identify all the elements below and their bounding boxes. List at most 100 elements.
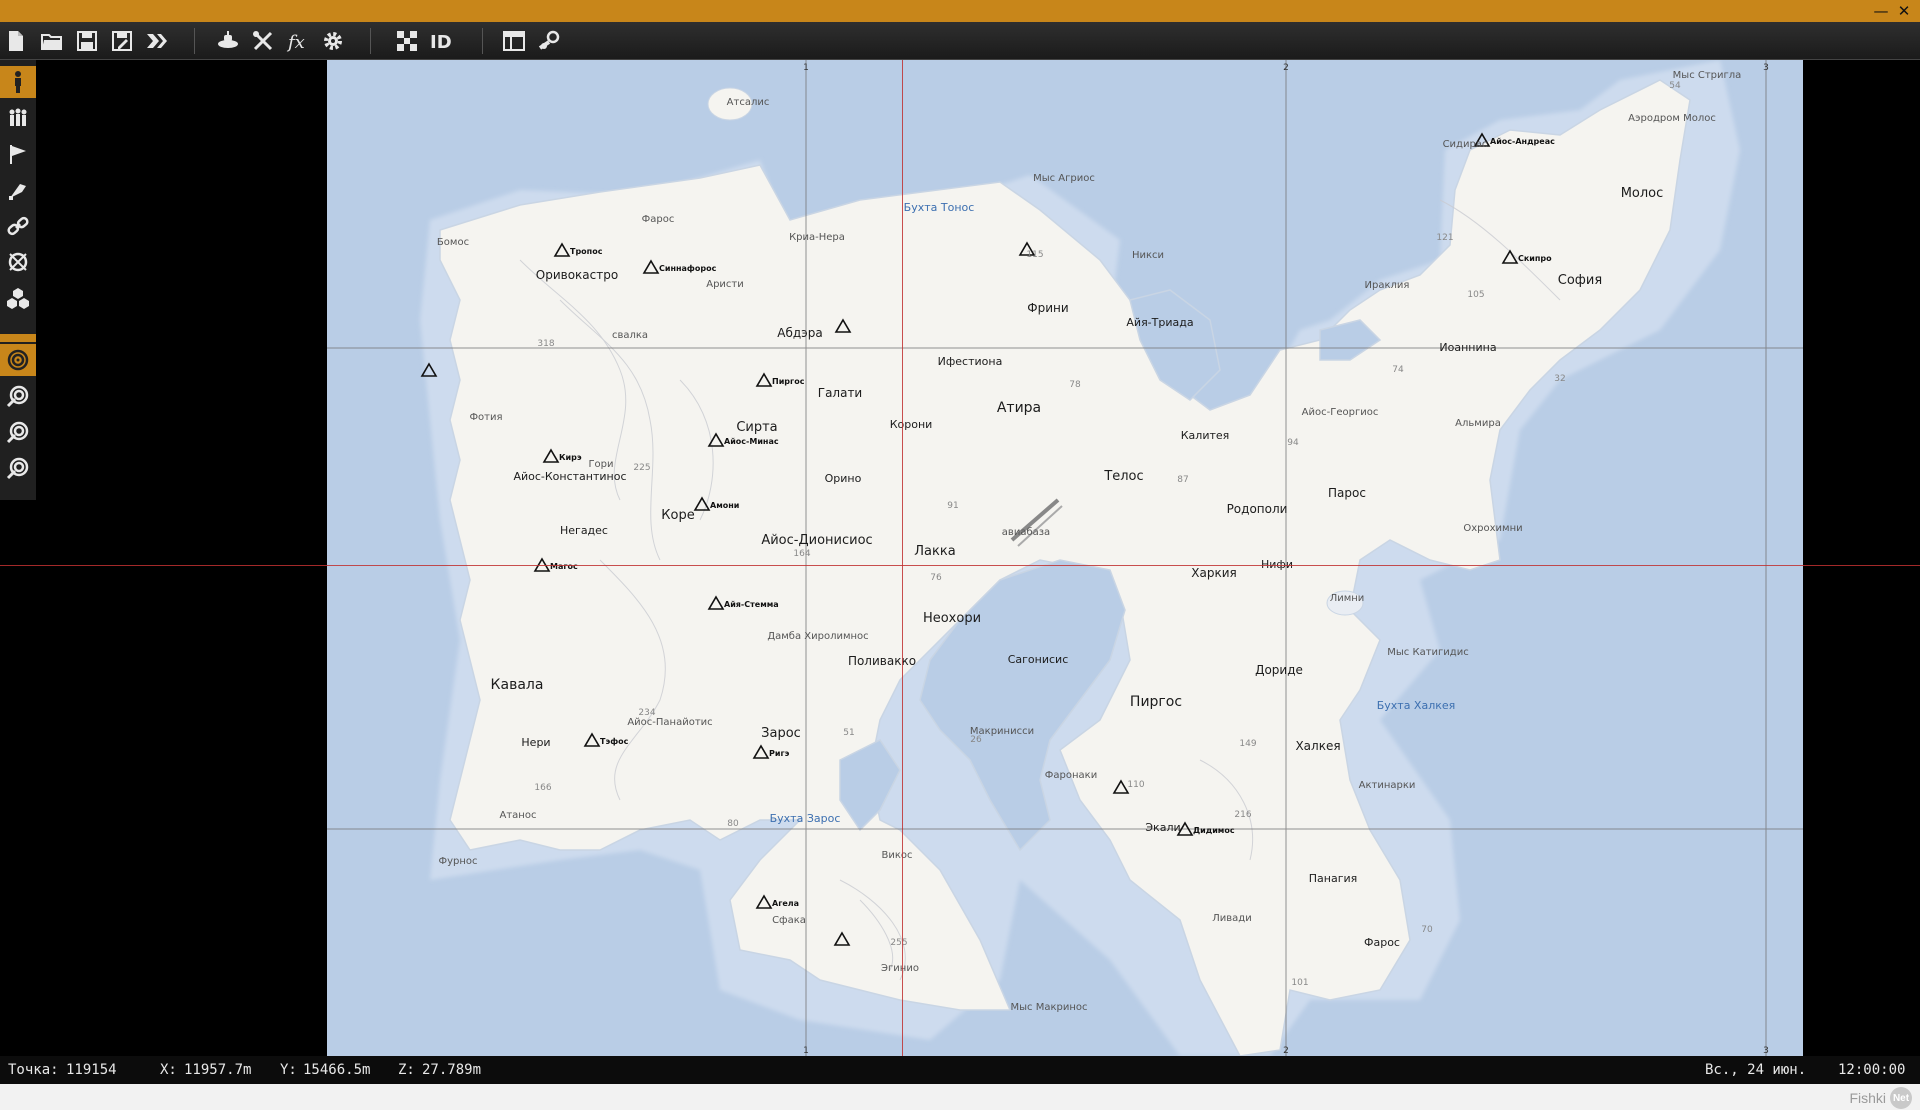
town-label: Абдэра <box>777 326 822 340</box>
water-label: Бухта Халкея <box>1377 699 1456 712</box>
save-as-button[interactable] <box>108 27 136 55</box>
vehicle-button[interactable] <box>214 27 242 55</box>
sidebar-waypoint[interactable] <box>3 138 33 170</box>
peak-label: Магос <box>550 562 578 571</box>
title-bar: — ✕ <box>0 0 1920 22</box>
town-label: Зарос <box>761 726 801 741</box>
peak-label: Айос-Минас <box>724 437 779 446</box>
svg-text:ID: ID <box>430 32 452 53</box>
place-label: Фурнос <box>438 856 477 867</box>
place-label: Мыс Макринос <box>1011 1002 1088 1013</box>
watermark: Fishki Net <box>1849 1087 1912 1109</box>
function-button[interactable]: fx <box>284 27 312 55</box>
place-label: Ираклия <box>1365 280 1410 291</box>
height-label: 80 <box>727 819 739 829</box>
layout-icon <box>503 31 525 51</box>
town-label: Фарос <box>1364 936 1400 949</box>
town-label: Оривокастро <box>536 268 618 282</box>
grid-icon <box>397 31 417 51</box>
trigger-icon <box>9 184 26 200</box>
peak-label: Пиргос <box>772 377 805 386</box>
export-button[interactable] <box>143 27 171 55</box>
peak-label: Айос-Андреас <box>1490 137 1555 146</box>
save-button[interactable] <box>73 27 101 55</box>
save-icon <box>77 31 97 51</box>
grid-button[interactable] <box>393 27 421 55</box>
height-label: 149 <box>1239 739 1256 749</box>
height-label: 216 <box>1234 810 1251 820</box>
sidebar-mode-4[interactable] <box>3 452 33 484</box>
height-label: 255 <box>890 938 907 948</box>
peak-label: Амони <box>710 501 739 510</box>
waypoint-flag-icon <box>10 145 26 164</box>
town-label: Калитея <box>1181 429 1230 442</box>
peak-label: Агела <box>772 899 799 908</box>
vehicle-icon <box>218 31 238 48</box>
height-label: 54 <box>1669 81 1681 91</box>
town-label: Иоаннина <box>1439 341 1496 354</box>
town-label: Корe <box>661 508 694 523</box>
grid-label-top: 3 <box>1763 63 1769 73</box>
tools-button[interactable] <box>249 27 277 55</box>
id-button[interactable]: ID <box>428 27 456 55</box>
sidebar-link[interactable] <box>3 210 33 242</box>
place-label: Актинарки <box>1359 780 1416 791</box>
town-label: Орино <box>825 472 862 485</box>
footer: Fishki Net <box>0 1084 1920 1110</box>
steam-button[interactable] <box>535 27 563 55</box>
island-map[interactable]: 1 1 2 2 3 3 Тропос Синнафорос Пиргос Айос-Минас К… <box>327 60 1803 1056</box>
z-label: Z: <box>398 1062 415 1078</box>
sidebar-marker[interactable] <box>3 246 33 278</box>
town-label: Лакка <box>914 544 955 559</box>
mode-4-icon <box>6 457 29 480</box>
place-label: Фарос <box>642 214 675 225</box>
peak-label: Тропос <box>570 247 603 256</box>
group-icon <box>9 108 27 126</box>
place-label: Фаронаки <box>1045 770 1097 781</box>
sidebar-unit[interactable] <box>0 66 36 98</box>
town-label: Экали <box>1145 821 1180 834</box>
toolbar: fx ID <box>0 22 1920 60</box>
sidebar-trigger[interactable] <box>3 174 33 206</box>
place-label: Дамба Хиролимнос <box>767 631 868 642</box>
unit-icon <box>15 71 21 93</box>
layout-button[interactable] <box>500 27 528 55</box>
place-label: свалка <box>612 330 648 341</box>
x-value: 11957.7m <box>184 1062 252 1078</box>
y-value: 15466.5m <box>303 1062 371 1078</box>
height-label: 121 <box>1436 233 1453 243</box>
peak-label: Тэфос <box>600 737 629 746</box>
town-label: Ифестиона <box>938 355 1003 368</box>
mode-sidebar <box>0 60 36 500</box>
sidebar-mode-1[interactable] <box>0 344 36 376</box>
water-label: Бухта Зарос <box>770 812 841 825</box>
grid-label-top: 1 <box>803 63 809 73</box>
place-label: Викос <box>881 850 912 861</box>
close-button[interactable]: ✕ <box>1893 0 1915 22</box>
town-label: Харкия <box>1191 566 1236 580</box>
place-label: Ливади <box>1212 913 1251 924</box>
sidebar-objects[interactable] <box>3 282 33 314</box>
town-label: Поливакко <box>848 654 916 668</box>
new-file-button[interactable] <box>2 27 30 55</box>
map-view[interactable]: 1 1 2 2 3 3 Тропос Синнафорос Пиргос Айос-Минас К… <box>327 60 1803 1056</box>
open-button[interactable] <box>38 27 66 55</box>
place-label: Сфака <box>772 915 806 926</box>
sidebar-mode-2[interactable] <box>3 380 33 412</box>
town-label: Негадес <box>560 524 608 537</box>
sidebar-mode-3[interactable] <box>3 416 33 448</box>
place-label: Мыс Агриос <box>1033 173 1095 184</box>
settings-button[interactable] <box>319 27 347 55</box>
time: 12:00:00 <box>1838 1062 1906 1078</box>
peak-label: Дидимос <box>1193 826 1235 835</box>
open-folder-icon <box>41 34 62 50</box>
point-label: Точка: <box>8 1062 59 1078</box>
town-label: Неохори <box>923 611 981 626</box>
minimize-button[interactable]: — <box>1870 0 1892 22</box>
sidebar-group[interactable] <box>3 102 33 134</box>
town-label: Атира <box>997 400 1041 416</box>
height-label: 76 <box>930 573 942 583</box>
town-label: Нери <box>521 736 550 749</box>
export-icon <box>147 34 167 48</box>
height-label: 110 <box>1127 780 1144 790</box>
